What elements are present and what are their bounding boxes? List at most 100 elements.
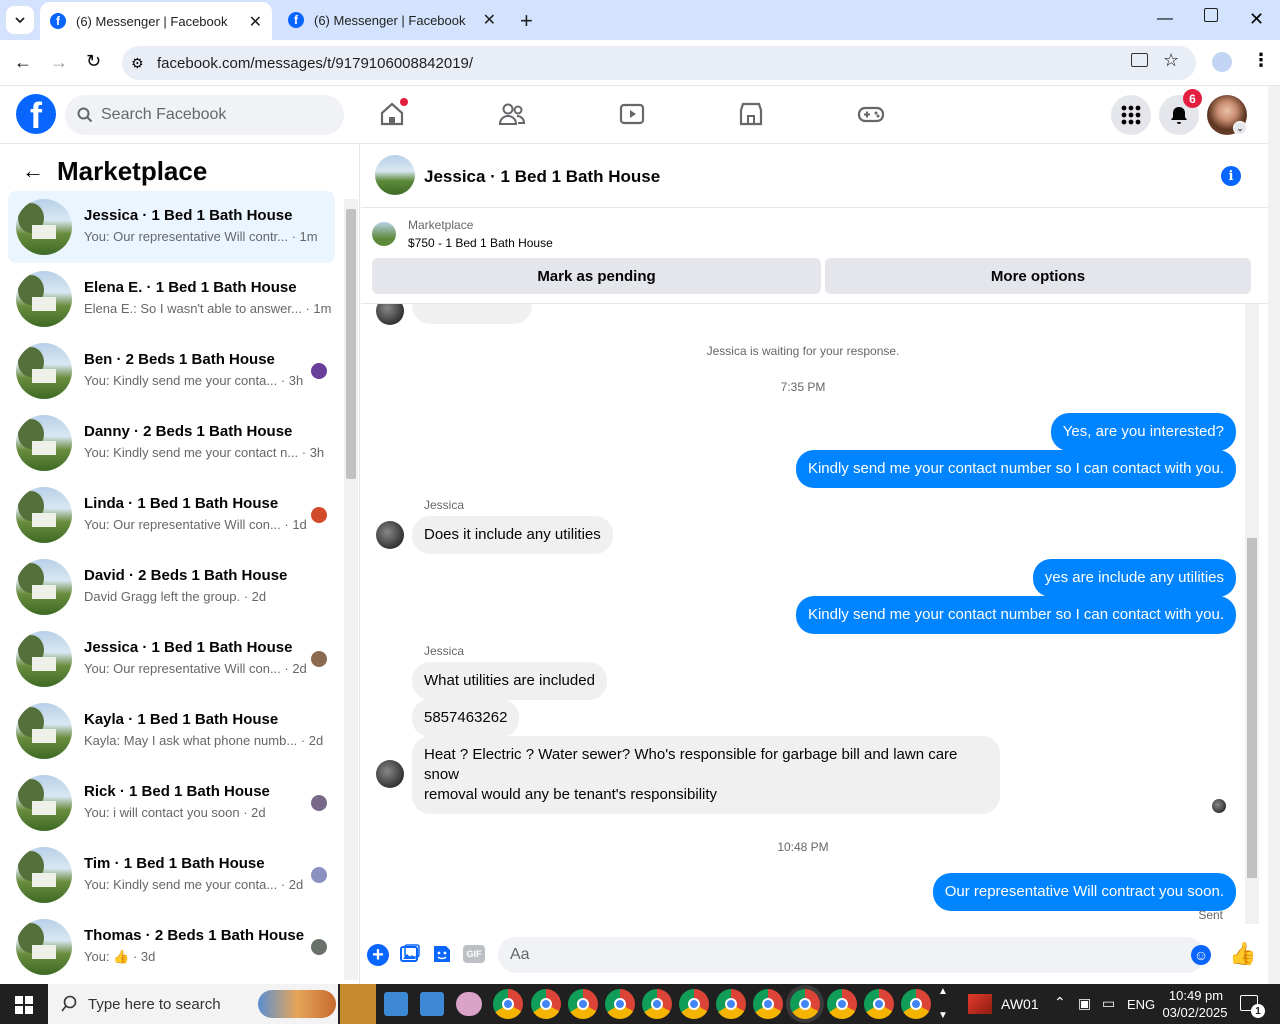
chrome-taskbar-icon[interactable] <box>901 989 931 1019</box>
message-bubble-received[interactable]: 5857463262 <box>412 699 520 737</box>
taskbar-app-remote-2[interactable] <box>420 992 444 1016</box>
chrome-taskbar-icon[interactable] <box>642 989 672 1019</box>
browser-tab-1[interactable]: f (6) Messenger | Facebook ✕ <box>40 2 272 40</box>
chrome-taskbar-icon[interactable] <box>827 989 857 1019</box>
message-bubble-sent[interactable]: Kindly send me your contact number so I … <box>795 596 1236 634</box>
chrome-taskbar-icon[interactable] <box>493 989 523 1019</box>
listing-thumbnail[interactable] <box>372 222 396 246</box>
photo-icon[interactable] <box>399 943 423 967</box>
home-icon[interactable] <box>378 98 408 130</box>
sidebar-scrollbar-thumb[interactable] <box>346 209 356 479</box>
taskbar-scroll-up-icon[interactable]: ▲ <box>938 986 948 997</box>
chat-scrollbar[interactable] <box>1245 304 1259 924</box>
windows-start-icon[interactable] <box>15 996 33 1014</box>
message-bubble-received[interactable]: Does it include any utilities <box>412 516 613 554</box>
conversation-item[interactable]: Thomas · 2 Beds 1 Bath House You: 👍 · 3d <box>8 911 335 983</box>
conversation-item[interactable]: David · 2 Beds 1 Bath House David Gragg l… <box>8 551 335 623</box>
tab-close-icon[interactable]: ✕ <box>249 12 262 32</box>
url-text[interactable]: facebook.com/messages/t/9179106008842019… <box>157 55 473 72</box>
conversation-item[interactable]: Kayla · 1 Bed 1 Bath House Kayla: May I a… <box>8 695 335 767</box>
more-options-button[interactable]: More options <box>825 258 1251 294</box>
message-input[interactable]: Aa <box>498 937 1205 973</box>
message-bubble-sent[interactable]: Kindly send me your contact number so I … <box>795 450 1236 488</box>
chrome-taskbar-icon[interactable] <box>790 989 820 1019</box>
conversation-item[interactable]: Linda · 1 Bed 1 Bath House You: Our repre… <box>8 479 335 551</box>
minimize-icon[interactable]: — <box>1157 10 1173 28</box>
new-tab-plus-icon[interactable]: + <box>520 8 533 34</box>
notifications-button[interactable]: 6 <box>1159 89 1202 135</box>
forward-arrow-icon[interactable]: → <box>50 52 68 73</box>
chrome-taskbar-icon[interactable] <box>753 989 783 1019</box>
chrome-center-icon <box>910 998 922 1010</box>
friends-icon[interactable] <box>498 100 528 130</box>
message-bubble-sent[interactable]: yes are include any utilities <box>1032 559 1236 597</box>
install-app-icon[interactable] <box>1131 53 1148 67</box>
taskbar-scroll-down-icon[interactable]: ▼ <box>938 1010 948 1021</box>
taskbar-app-paint[interactable] <box>456 992 482 1016</box>
tab-close-icon[interactable]: ✕ <box>483 10 496 30</box>
conversation-item[interactable]: Tim · 1 Bed 1 Bath House You: Kindly send… <box>8 839 335 911</box>
conversation-item[interactable]: Danny · 2 Beds 1 Bath House You: Kindly s… <box>8 407 335 479</box>
conversation-item[interactable]: Jessica · 1 Bed 1 Bath House You: Our rep… <box>8 191 335 263</box>
tab-search-button[interactable] <box>6 6 34 34</box>
message-bubble-received[interactable]: Heat ? Electric ? Water sewer? Who's res… <box>412 736 1000 814</box>
site-settings-icon[interactable]: ⚙ <box>131 55 144 72</box>
message-bubble-sent[interactable]: Our representative Will contract you soo… <box>932 873 1236 911</box>
info-icon[interactable]: i <box>1221 166 1241 186</box>
chrome-taskbar-icon[interactable] <box>531 989 561 1019</box>
back-arrow-icon[interactable]: ← <box>22 158 44 184</box>
menu-grid-button[interactable] <box>1111 95 1151 135</box>
marketplace-icon[interactable] <box>737 100 767 130</box>
message-bubble-received[interactable]: What utilities are included <box>412 662 607 700</box>
gif-icon[interactable]: GIF <box>463 945 485 963</box>
network-icon[interactable]: ▭ <box>1102 995 1115 1012</box>
listing-title[interactable]: $750 - 1 Bed 1 Bath House <box>408 236 553 250</box>
sidebar-scrollbar[interactable] <box>344 199 358 980</box>
taskbar-search-input[interactable]: Type here to search <box>48 984 338 1024</box>
bookmark-star-icon[interactable]: ☆ <box>1163 50 1179 71</box>
action-center-icon[interactable]: 1 <box>1240 995 1265 1018</box>
conversation-item[interactable]: Elena E. · 1 Bed 1 Bath House Elena E.: S… <box>8 263 335 335</box>
message-bubble-sent[interactable]: Yes, are you interested? <box>1050 413 1236 451</box>
chrome-taskbar-icon[interactable] <box>716 989 746 1019</box>
taskbar-app-remote[interactable] <box>384 992 408 1016</box>
search-input[interactable]: Search Facebook <box>65 95 344 135</box>
like-thumb-icon[interactable]: 👍 <box>1229 941 1256 967</box>
tray-chevron-icon[interactable]: ⌃ <box>1054 994 1066 1011</box>
language-indicator[interactable]: ENG <box>1127 997 1155 1012</box>
conversation-item[interactable]: Jessica · 1 Bed 1 Bath House You: Our rep… <box>8 623 335 695</box>
clock-time[interactable]: 10:49 pm <box>1166 988 1226 1003</box>
back-arrow-icon[interactable]: ← <box>14 52 32 73</box>
video-icon[interactable] <box>618 100 648 130</box>
profile-icon[interactable] <box>1212 52 1232 72</box>
browser-tab-2[interactable]: f (6) Messenger | Facebook ✕ <box>278 0 510 40</box>
windows-taskbar: Type here to search ▲ ▼ AW01 ⌃ ▣ ▭ ENG 1… <box>0 984 1280 1024</box>
taskbar-app-explorer[interactable] <box>340 984 376 1024</box>
message-line: Heat ? Electric ? Water sewer? Who's res… <box>424 746 958 783</box>
page-scrollbar[interactable] <box>1268 86 1280 984</box>
conversation-name: Kayla · 1 Bed 1 Bath House <box>84 711 279 728</box>
browser-menu-icon[interactable]: ⋮ <box>1252 50 1270 71</box>
facebook-logo-icon[interactable]: f <box>16 94 56 134</box>
gaming-icon[interactable] <box>857 100 887 130</box>
reload-icon[interactable]: ↻ <box>86 51 101 72</box>
mark-as-pending-button[interactable]: Mark as pending <box>372 258 821 294</box>
conversation-item[interactable]: Rick · 1 Bed 1 Bath House You: i will con… <box>8 767 335 839</box>
conversation-item[interactable]: Ben · 2 Beds 1 Bath House You: Kindly sen… <box>8 335 335 407</box>
plus-icon[interactable]: + <box>367 944 389 966</box>
chrome-taskbar-icon[interactable] <box>679 989 709 1019</box>
chrome-taskbar-icon[interactable] <box>605 989 635 1019</box>
sticker-icon[interactable] <box>431 943 455 967</box>
clock-date[interactable]: 03/02/2025 <box>1162 1005 1228 1020</box>
anydesk-icon[interactable] <box>968 994 992 1014</box>
chat-avatar[interactable] <box>375 155 415 195</box>
restore-icon[interactable] <box>1204 8 1218 22</box>
emoji-icon[interactable]: ☺ <box>1191 945 1211 965</box>
window-close-icon[interactable]: ✕ <box>1249 9 1264 30</box>
chrome-taskbar-icon[interactable] <box>864 989 894 1019</box>
account-avatar[interactable]: ⌄ <box>1207 95 1247 135</box>
chrome-taskbar-icon[interactable] <box>568 989 598 1019</box>
chat-scrollbar-thumb[interactable] <box>1247 538 1257 878</box>
meet-now-icon[interactable]: ▣ <box>1078 995 1091 1012</box>
chat-title[interactable]: Jessica · 1 Bed 1 Bath House <box>424 167 660 187</box>
